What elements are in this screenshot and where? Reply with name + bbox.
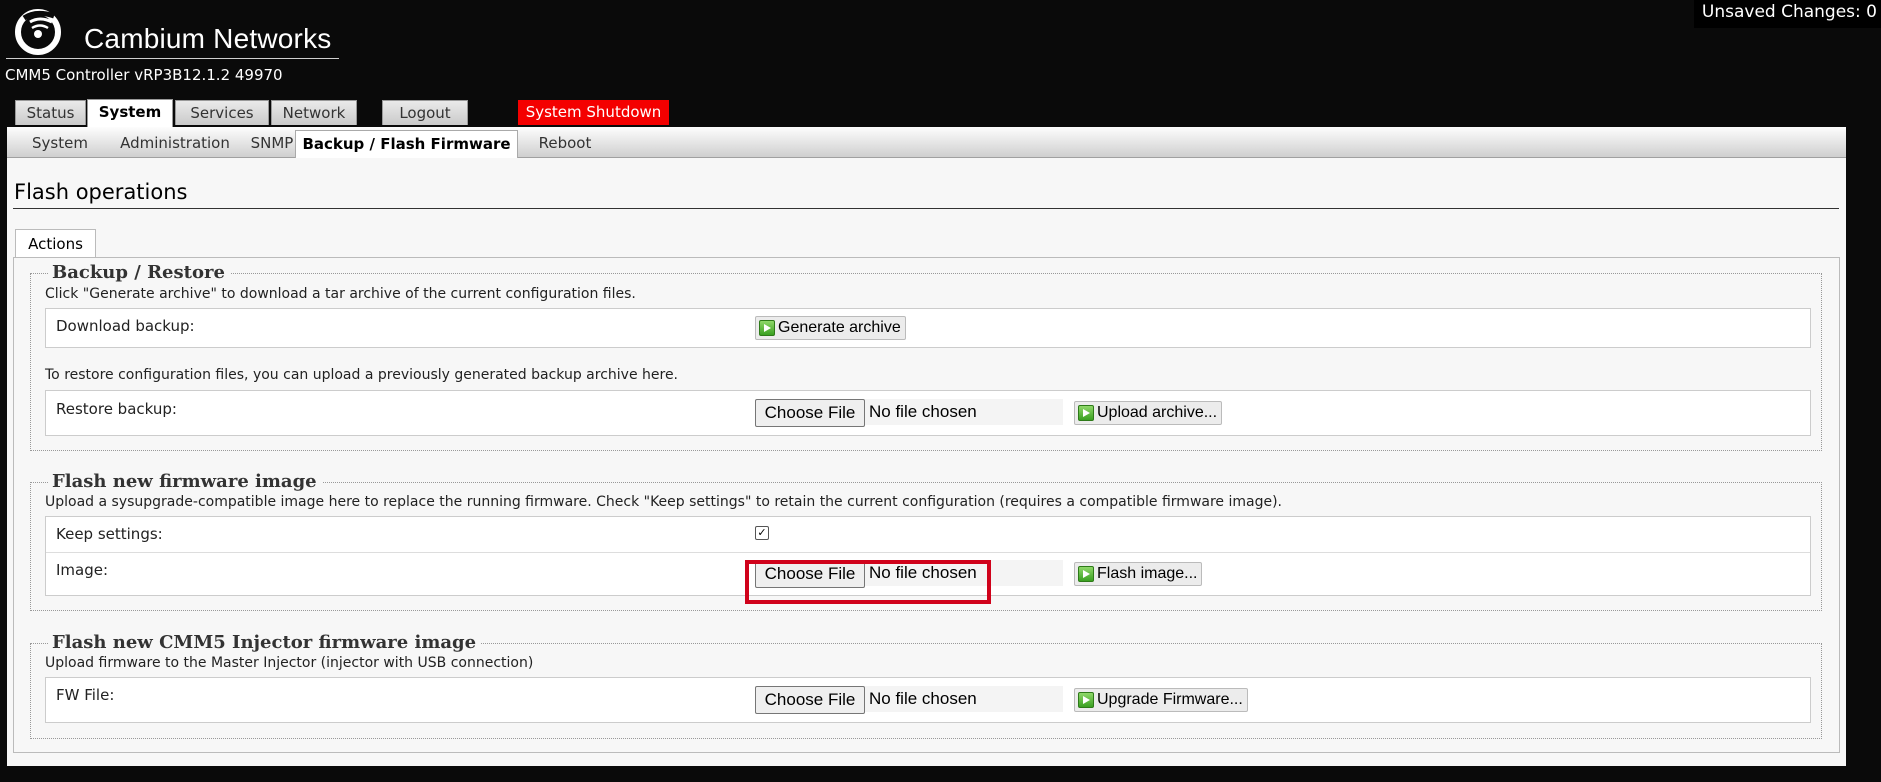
restore-backup-row: Restore backup: Choose File No file chos… bbox=[45, 390, 1811, 436]
upgrade-firmware-label: Upgrade Firmware... bbox=[1097, 691, 1243, 708]
image-input-highlight bbox=[745, 560, 991, 604]
play-icon bbox=[1078, 405, 1094, 421]
choose-file-button[interactable]: Choose File bbox=[755, 399, 865, 427]
fw-file-row: FW File: Choose File No file chosen Upgr… bbox=[45, 677, 1811, 723]
keep-settings-checkbox[interactable]: ✓ bbox=[755, 526, 769, 540]
subtab-reboot[interactable]: Reboot bbox=[527, 130, 603, 157]
generate-archive-label: Generate archive bbox=[778, 319, 901, 336]
subtab-system[interactable]: System bbox=[17, 130, 103, 157]
controller-version: CMM5 Controller vRP3B12.1.2 49970 bbox=[5, 66, 283, 84]
flash-image-button[interactable]: Flash image... bbox=[1074, 562, 1203, 586]
tab-status[interactable]: Status bbox=[15, 100, 86, 125]
content-panel: Flash operations Actions Backup / Restor… bbox=[7, 158, 1846, 766]
injector-firmware-description: Upload firmware to the Master Injector (… bbox=[45, 655, 534, 671]
backup-restore-section: Backup / Restore Click "Generate archive… bbox=[30, 262, 1822, 451]
brand-name: Cambium Networks bbox=[84, 23, 332, 54]
play-icon bbox=[759, 320, 775, 336]
sub-tab-bar: System Administration SNMP Backup / Flas… bbox=[7, 127, 1846, 159]
play-icon bbox=[1078, 692, 1094, 708]
upload-archive-button[interactable]: Upload archive... bbox=[1074, 401, 1223, 425]
cambium-logo-icon bbox=[15, 9, 61, 55]
no-file-chosen-text: No file chosen bbox=[869, 689, 977, 708]
flash-firmware-description: Upload a sysupgrade-compatible image her… bbox=[45, 494, 1283, 510]
flash-image-label: Flash image... bbox=[1097, 565, 1198, 582]
tab-logout[interactable]: Logout bbox=[382, 100, 468, 125]
upgrade-firmware-button[interactable]: Upgrade Firmware... bbox=[1074, 688, 1248, 712]
subtab-backup-flash-firmware[interactable]: Backup / Flash Firmware bbox=[295, 130, 518, 159]
keep-settings-label: Keep settings: bbox=[56, 525, 163, 543]
fw-file-label: FW File: bbox=[56, 686, 115, 704]
download-backup-label: Download backup: bbox=[56, 317, 195, 335]
choose-file-button[interactable]: Choose File bbox=[755, 686, 865, 714]
injector-firmware-legend: Flash new CMM5 Injector firmware image bbox=[49, 632, 482, 653]
injector-firmware-section: Flash new CMM5 Injector firmware image U… bbox=[30, 632, 1822, 739]
actions-container: Backup / Restore Click "Generate archive… bbox=[13, 257, 1840, 753]
backup-restore-legend: Backup / Restore bbox=[49, 262, 230, 283]
restore-description: To restore configuration files, you can … bbox=[45, 367, 679, 383]
subtab-administration[interactable]: Administration bbox=[107, 130, 243, 157]
restore-backup-label: Restore backup: bbox=[56, 400, 177, 418]
tab-system[interactable]: System bbox=[87, 99, 173, 127]
system-shutdown-button[interactable]: System Shutdown bbox=[518, 100, 669, 125]
backup-description: Click "Generate archive" to download a t… bbox=[45, 286, 636, 302]
title-divider bbox=[13, 208, 1839, 209]
no-file-chosen-text: No file chosen bbox=[869, 402, 977, 421]
tab-network[interactable]: Network bbox=[271, 100, 357, 125]
upload-archive-label: Upload archive... bbox=[1097, 404, 1218, 421]
flash-firmware-legend: Flash new firmware image bbox=[49, 471, 322, 492]
image-label: Image: bbox=[56, 561, 109, 579]
tab-services[interactable]: Services bbox=[175, 100, 269, 125]
row-divider bbox=[46, 552, 1810, 553]
unsaved-changes-indicator[interactable]: Unsaved Changes: 0 bbox=[1693, 0, 1881, 28]
cambium-logo: Cambium Networks bbox=[10, 6, 340, 56]
play-icon bbox=[1078, 566, 1094, 582]
tab-actions[interactable]: Actions bbox=[15, 229, 96, 258]
download-backup-row: Download backup: Generate archive bbox=[45, 308, 1811, 348]
generate-archive-button[interactable]: Generate archive bbox=[755, 316, 906, 340]
page-title: Flash operations bbox=[14, 180, 188, 204]
header-divider bbox=[6, 58, 339, 59]
